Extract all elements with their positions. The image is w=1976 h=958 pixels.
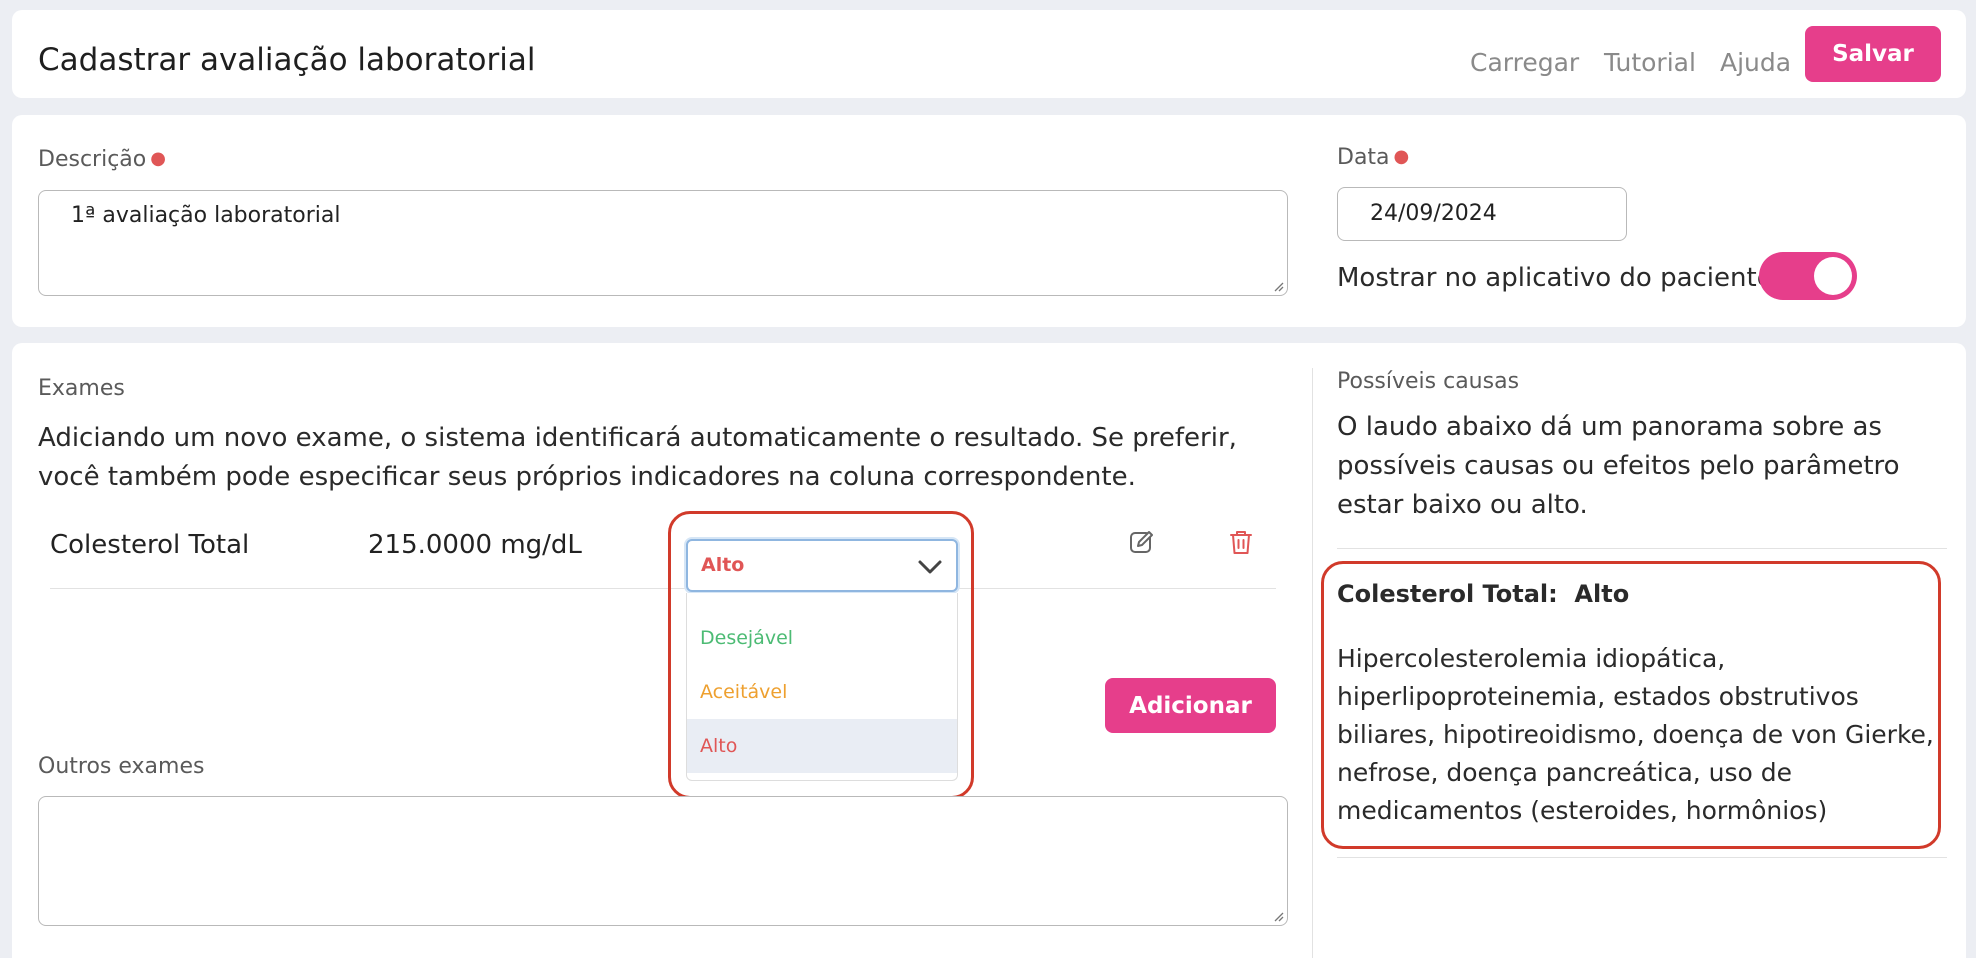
causes-intro-text: O laudo abaixo dá um panorama sobre as p… (1337, 412, 1900, 520)
exam-name: Colesterol Total (50, 530, 250, 560)
description-label: Descrição ● (38, 147, 166, 172)
help-link[interactable]: Ajuda (1720, 48, 1791, 77)
exams-card: Exames Adiciando um novo exame, o sistem… (12, 343, 1966, 958)
description-value: 1ª avaliação laboratorial (71, 203, 341, 228)
page-header: Cadastrar avaliação laboratorial Carrega… (12, 10, 1966, 98)
tutorial-link[interactable]: Tutorial (1604, 48, 1696, 77)
column-divider (1312, 368, 1313, 958)
add-exam-button[interactable]: Adicionar (1105, 678, 1276, 733)
evaluation-details-card: Descrição ● 1ª avaliação laboratorial Dat… (12, 115, 1966, 327)
required-marker: ● (150, 148, 166, 169)
save-button[interactable]: Salvar (1805, 26, 1941, 82)
description-field[interactable]: 1ª avaliação laboratorial (38, 190, 1288, 296)
show-in-app-toggle[interactable] (1759, 252, 1857, 300)
show-in-app-label: Mostrar no aplicativo do paciente (1337, 263, 1773, 293)
exams-section-label: Exames (38, 376, 125, 401)
resize-handle-icon[interactable] (1272, 280, 1284, 292)
other-exams-label: Outros exames (38, 754, 205, 779)
edit-icon[interactable] (1128, 528, 1156, 556)
exams-help-text: Adiciando um novo exame, o sistema ident… (38, 423, 1237, 492)
divider (1337, 548, 1947, 549)
divider (1337, 857, 1947, 858)
page-title: Cadastrar avaliação laboratorial (38, 42, 536, 78)
causes-section-label: Possíveis causas (1337, 369, 1520, 394)
date-field[interactable]: 24/09/2024 (1337, 187, 1627, 241)
other-exams-field[interactable] (38, 796, 1288, 926)
toggle-knob (1814, 257, 1852, 295)
dropdown-highlight-box (668, 511, 974, 799)
exam-value: 215.0000 mg/dL (368, 530, 582, 560)
causes-highlight-box (1321, 561, 1941, 849)
resize-handle-icon[interactable] (1272, 910, 1284, 922)
trash-icon[interactable] (1228, 528, 1254, 556)
load-link[interactable]: Carregar (1470, 48, 1579, 77)
required-marker: ● (1393, 146, 1410, 167)
exam-row: Colesterol Total 215.0000 mg/dL (50, 493, 1276, 589)
date-label: Data ● (1337, 145, 1410, 170)
